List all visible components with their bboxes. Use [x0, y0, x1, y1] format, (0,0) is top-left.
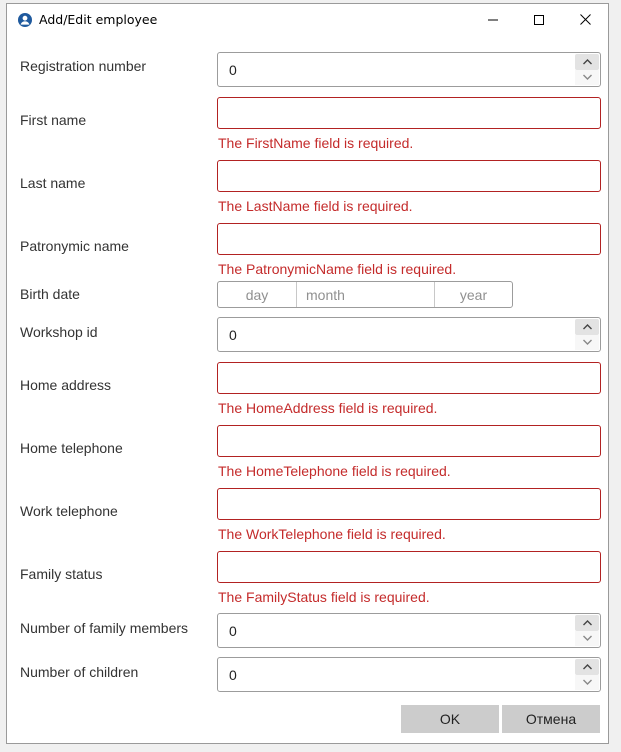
first-name-label: First name [20, 112, 87, 128]
ok-button[interactable]: OK [401, 705, 499, 733]
workshop-id-value: 0 [229, 326, 237, 343]
work-telephone-input[interactable] [217, 488, 601, 520]
children-value: 0 [229, 666, 237, 683]
decrement-button[interactable] [575, 334, 599, 350]
home-address-input[interactable] [217, 362, 601, 394]
family-status-label: Family status [20, 566, 103, 582]
chevron-up-icon [582, 323, 592, 330]
registration-number-spinner[interactable] [575, 54, 599, 85]
first-name-input[interactable] [217, 97, 601, 129]
birth-month-field[interactable]: month [297, 282, 435, 307]
children-label: Number of children [20, 664, 139, 680]
patronymic-name-error: The PatronymicName field is required. [218, 261, 457, 277]
user-circle-icon [18, 13, 32, 27]
home-address-error: The HomeAddress field is required. [218, 400, 438, 416]
close-button[interactable] [562, 4, 608, 35]
chevron-down-icon [582, 74, 592, 81]
family-members-label: Number of family members [20, 620, 189, 636]
decrement-button[interactable] [575, 630, 599, 646]
minimize-button[interactable] [470, 4, 516, 35]
maximize-button[interactable] [516, 4, 562, 35]
workshop-id-spinner[interactable] [575, 319, 599, 350]
family-status-error: The FamilyStatus field is required. [218, 589, 430, 605]
increment-button[interactable] [575, 615, 599, 631]
work-telephone-error: The WorkTelephone field is required. [218, 526, 446, 542]
family-members-input[interactable]: 0 [217, 613, 601, 648]
birth-date-picker[interactable]: day month year [217, 281, 513, 308]
close-icon [579, 14, 591, 25]
increment-button[interactable] [575, 319, 599, 335]
children-spinner[interactable] [575, 659, 599, 690]
birth-year-field[interactable]: year [435, 282, 512, 307]
birth-date-label: Birth date [20, 286, 80, 302]
maximize-icon [534, 14, 544, 25]
first-name-error: The FirstName field is required. [218, 135, 414, 151]
decrement-button[interactable] [575, 674, 599, 690]
chevron-down-icon [582, 635, 592, 642]
chevron-down-icon [582, 679, 592, 686]
increment-button[interactable] [575, 659, 599, 675]
workshop-id-input[interactable]: 0 [217, 317, 601, 352]
home-address-label: Home address [20, 377, 112, 393]
registration-number-label: Registration number [20, 58, 147, 74]
family-members-spinner[interactable] [575, 615, 599, 646]
dialog-window: Add/Edit employee Registration number 0 [6, 3, 609, 744]
decrement-button[interactable] [575, 69, 599, 85]
last-name-error: The LastName field is required. [218, 198, 413, 214]
work-telephone-label: Work telephone [20, 503, 118, 519]
chevron-up-icon [582, 619, 592, 626]
home-telephone-input[interactable] [217, 425, 601, 457]
chevron-up-icon [582, 58, 592, 65]
home-telephone-error: The HomeTelephone field is required. [218, 463, 451, 479]
family-status-input[interactable] [217, 551, 601, 583]
chevron-down-icon [582, 339, 592, 346]
home-telephone-label: Home telephone [20, 440, 123, 456]
workshop-id-label: Workshop id [20, 324, 98, 340]
title-bar[interactable]: Add/Edit employee [7, 4, 608, 35]
last-name-input[interactable] [217, 160, 601, 192]
cancel-button[interactable]: Отмена [502, 705, 600, 733]
increment-button[interactable] [575, 54, 599, 70]
registration-number-input[interactable]: 0 [217, 52, 601, 87]
patronymic-name-input[interactable] [217, 223, 601, 255]
birth-day-field[interactable]: day [218, 282, 297, 307]
registration-number-value: 0 [229, 61, 237, 78]
family-members-value: 0 [229, 622, 237, 639]
children-input[interactable]: 0 [217, 657, 601, 692]
minimize-icon [488, 19, 498, 20]
patronymic-name-label: Patronymic name [20, 238, 129, 254]
window-title: Add/Edit employee [39, 12, 158, 27]
chevron-up-icon [582, 663, 592, 670]
last-name-label: Last name [20, 175, 86, 191]
